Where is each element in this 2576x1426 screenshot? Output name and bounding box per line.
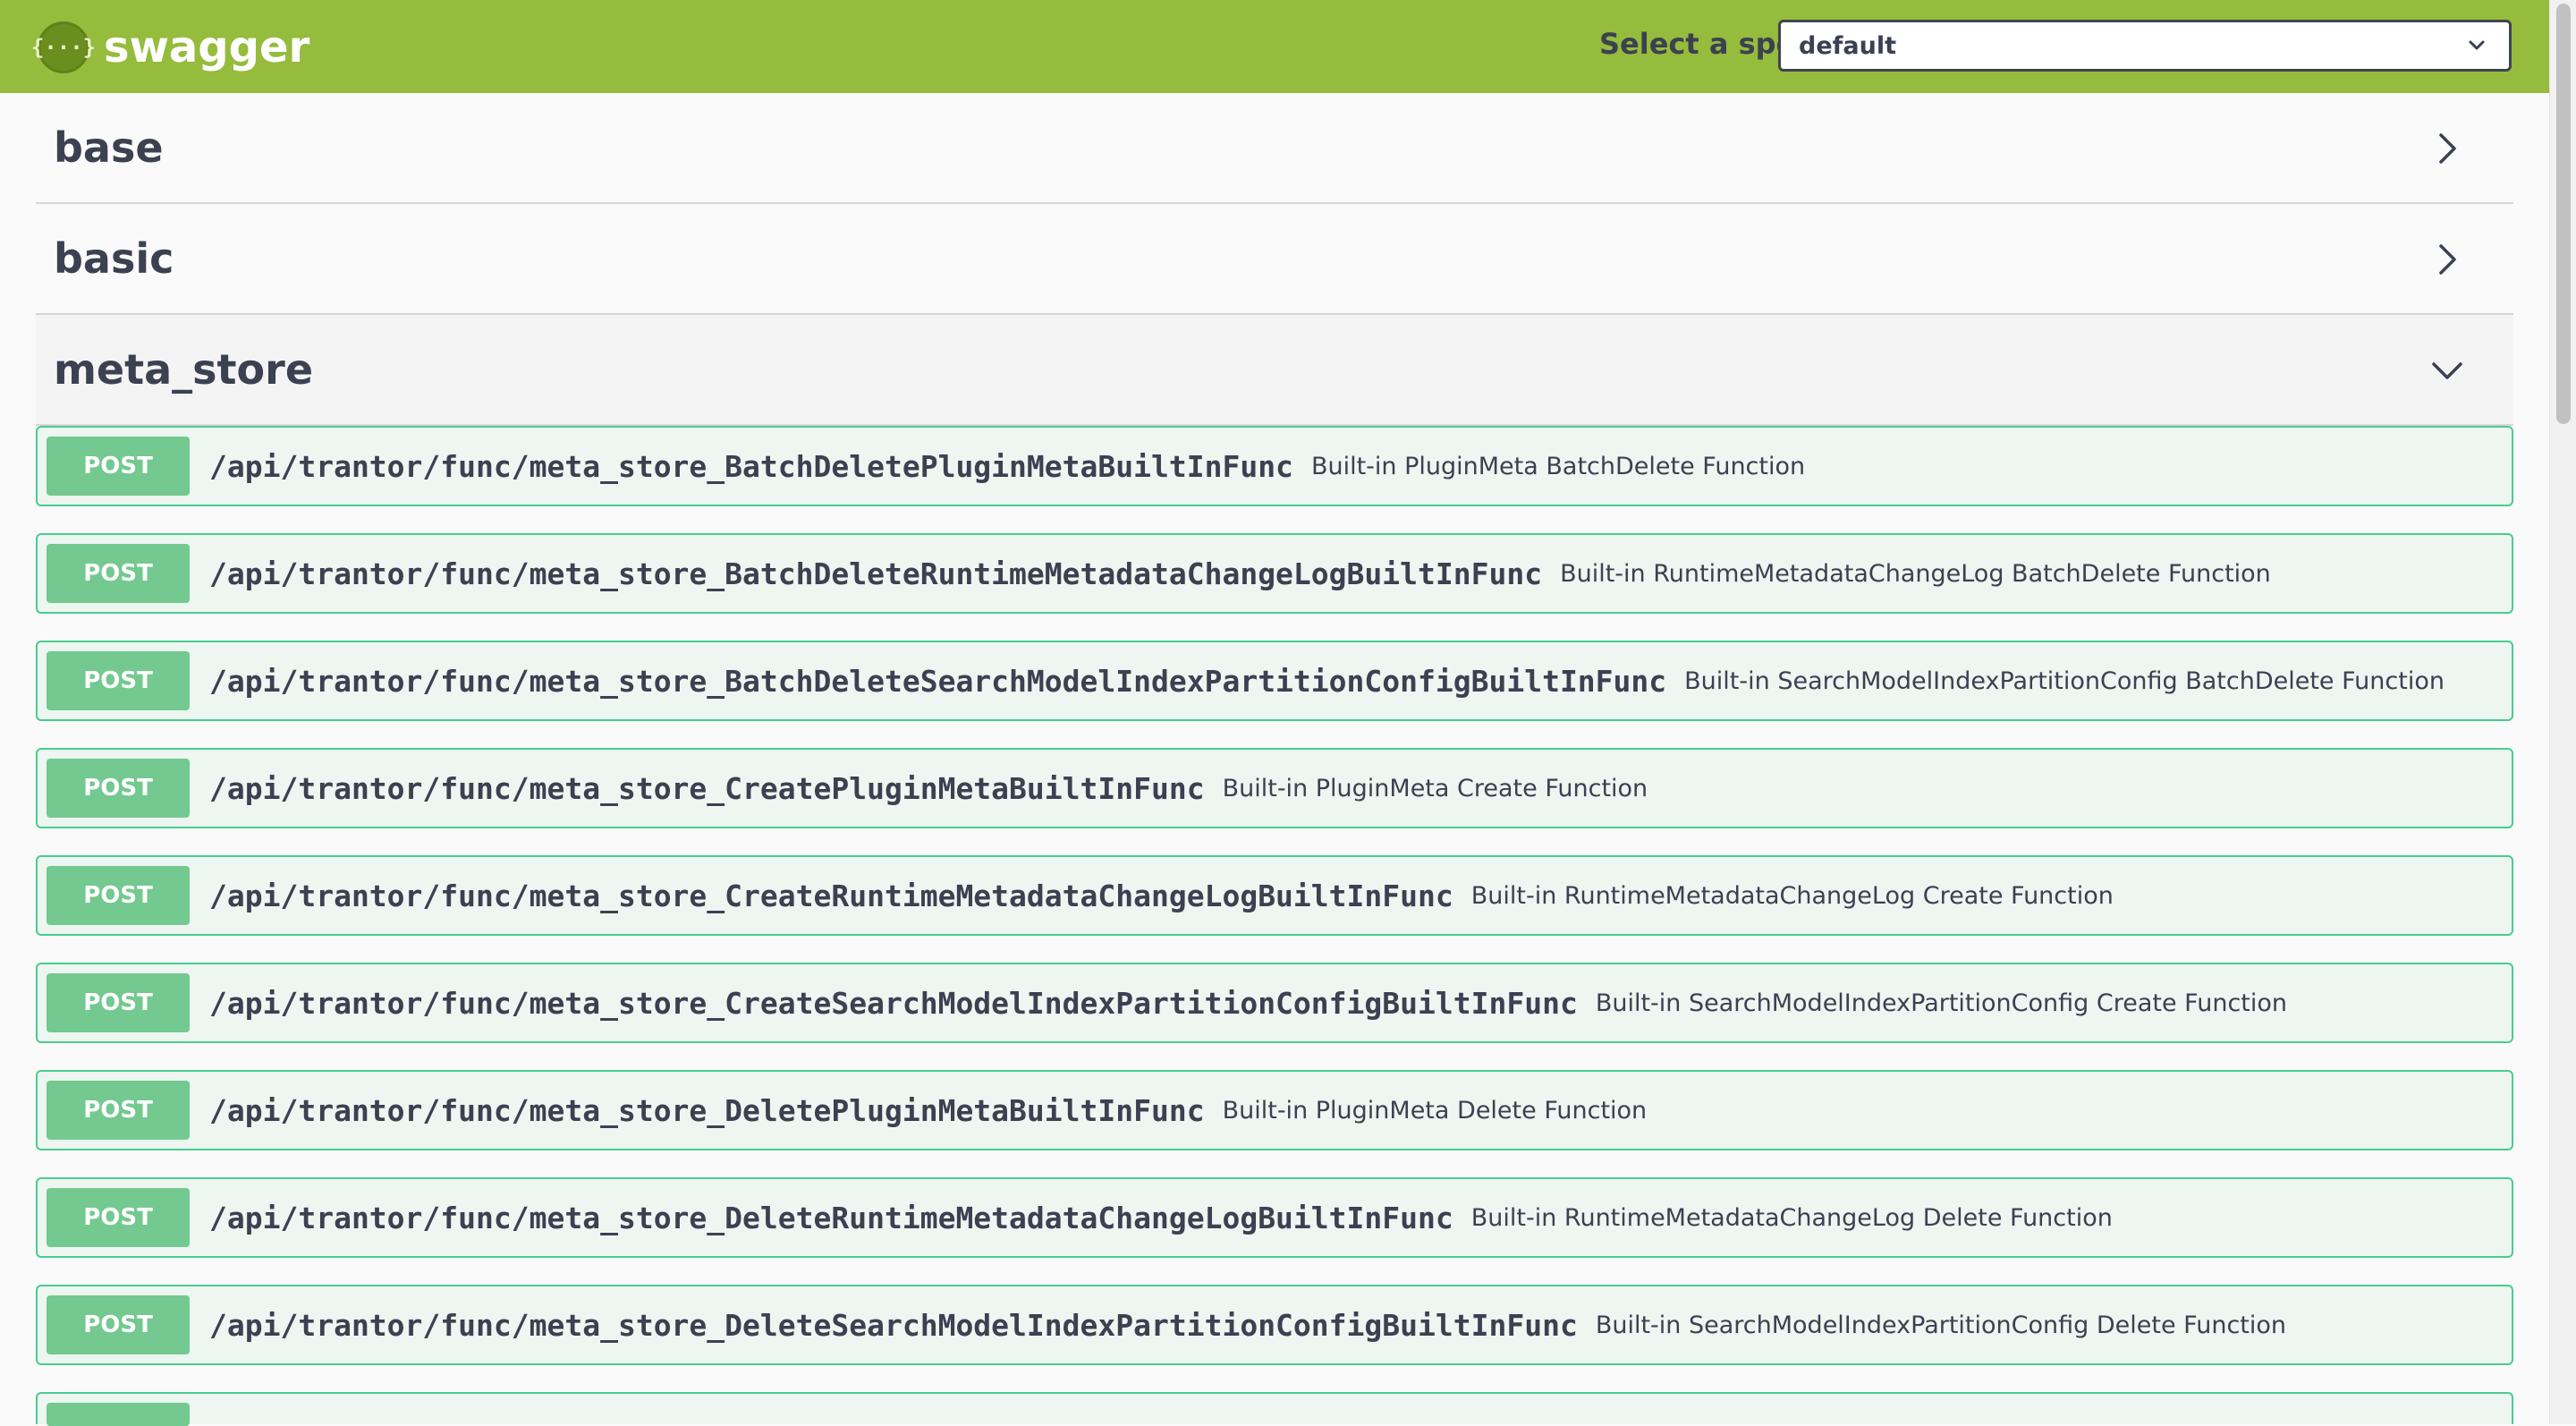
- spec-select-value: default: [1799, 31, 1896, 60]
- tag-basic[interactable]: basic: [36, 204, 2513, 315]
- tag-name: base: [54, 123, 164, 172]
- operation-row[interactable]: POST /api/trantor/func/meta_store_Delete…: [36, 1285, 2513, 1365]
- operation-path: /api/trantor/func/meta_store_CreateSearc…: [209, 985, 1578, 1021]
- operation-path: /api/trantor/func/meta_store_DeleteRunti…: [209, 1200, 1453, 1235]
- method-badge-post: POST: [47, 866, 190, 925]
- spec-select[interactable]: default: [1778, 20, 2512, 72]
- operation-summary: Built-in SearchModelIndexPartitionConfig…: [1595, 1311, 2287, 1339]
- method-badge-post: POST: [47, 759, 190, 818]
- method-badge-post: POST: [47, 1188, 190, 1247]
- method-badge-post: POST: [47, 973, 190, 1032]
- method-badge-post: POST: [47, 544, 190, 603]
- operation-summary: Built-in RuntimeMetadataChangeLog Delete…: [1470, 1203, 2113, 1232]
- tag-base[interactable]: base: [36, 93, 2513, 204]
- tag-name: basic: [54, 234, 174, 283]
- swagger-logo-text: swagger: [104, 22, 310, 72]
- tag-name: meta_store: [54, 345, 314, 394]
- swagger-logo-icon: {···}: [31, 21, 96, 73]
- operation-path: /api/trantor/func/meta_store_DeleteSearc…: [209, 1307, 1578, 1343]
- operation-row-partial[interactable]: [36, 1392, 2513, 1426]
- method-badge-post: POST: [47, 1295, 190, 1354]
- operation-summary: Built-in PluginMeta BatchDelete Function: [1310, 452, 1806, 480]
- method-badge-post: POST: [47, 651, 190, 710]
- tag-meta-store[interactable]: meta_store: [36, 315, 2513, 426]
- operation-summary: Built-in SearchModelIndexPartitionConfig…: [1595, 989, 2288, 1017]
- operation-row[interactable]: POST /api/trantor/func/meta_store_BatchD…: [36, 641, 2513, 721]
- operation-summary: Built-in RuntimeMetadataChangeLog BatchD…: [1560, 559, 2271, 588]
- chevron-down-icon: [2469, 40, 2485, 50]
- operation-path: /api/trantor/func/meta_store_CreateRunti…: [209, 878, 1453, 913]
- method-badge-post: POST: [47, 437, 190, 496]
- operation-path: /api/trantor/func/meta_store_CreatePlugi…: [209, 770, 1205, 806]
- operation-path: /api/trantor/func/meta_store_BatchDelete…: [209, 448, 1293, 484]
- operation-row[interactable]: POST /api/trantor/func/meta_store_BatchD…: [36, 533, 2513, 614]
- operation-row[interactable]: POST /api/trantor/func/meta_store_Create…: [36, 855, 2513, 936]
- chevron-right-icon[interactable]: [2429, 131, 2465, 166]
- scrollbar-thumb[interactable]: [2556, 4, 2571, 424]
- method-badge-post: [47, 1403, 190, 1426]
- operation-row[interactable]: POST /api/trantor/func/meta_store_BatchD…: [36, 426, 2513, 506]
- operation-row[interactable]: POST /api/trantor/func/meta_store_Delete…: [36, 1070, 2513, 1150]
- operation-summary: Built-in PluginMeta Create Function: [1222, 774, 1648, 802]
- method-badge-post: POST: [47, 1081, 190, 1140]
- operation-row[interactable]: POST /api/trantor/func/meta_store_Create…: [36, 748, 2513, 828]
- chevron-down-icon[interactable]: [2429, 352, 2465, 388]
- operation-summary: Built-in PluginMeta Delete Function: [1222, 1096, 1648, 1125]
- operation-summary: Built-in RuntimeMetadataChangeLog Create…: [1470, 881, 2114, 910]
- chevron-right-icon[interactable]: [2429, 242, 2465, 277]
- swagger-logo[interactable]: {···} swagger: [31, 21, 310, 73]
- operation-summary: Built-in SearchModelIndexPartitionConfig…: [1684, 666, 2445, 695]
- operation-row[interactable]: POST /api/trantor/func/meta_store_Delete…: [36, 1177, 2513, 1258]
- operation-row[interactable]: POST /api/trantor/func/meta_store_Create…: [36, 963, 2513, 1043]
- top-bar: {···} swagger Select a spec default: [0, 0, 2549, 93]
- operation-path: /api/trantor/func/meta_store_BatchDelete…: [209, 663, 1667, 699]
- operation-path: /api/trantor/func/meta_store_BatchDelete…: [209, 556, 1543, 591]
- operation-path: /api/trantor/func/meta_store_DeletePlugi…: [209, 1092, 1205, 1128]
